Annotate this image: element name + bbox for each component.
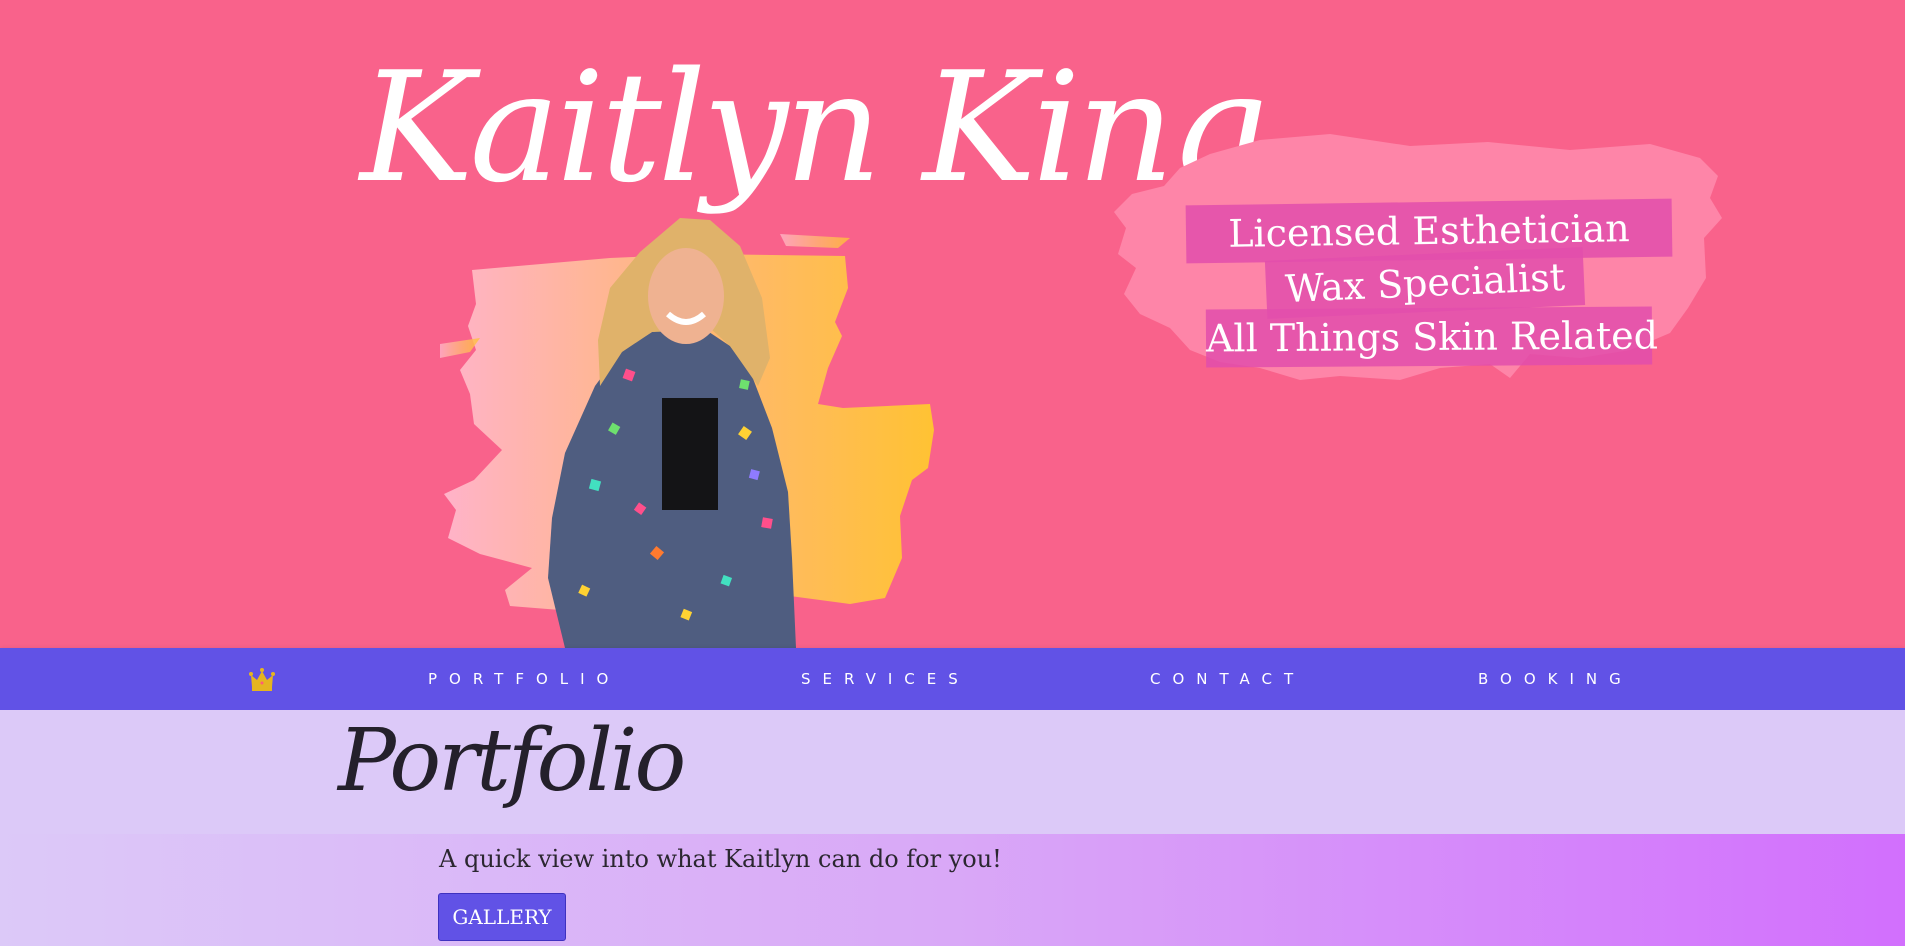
gallery-button[interactable]: GALLERY bbox=[438, 893, 566, 941]
nav-portfolio[interactable]: PORTFOLIO bbox=[428, 648, 620, 710]
tagline-all-things-skin: All Things Skin Related bbox=[1205, 306, 1658, 368]
nav-booking[interactable]: BOOKING bbox=[1478, 648, 1633, 710]
portfolio-subtitle: A quick view into what Kaitlyn can do fo… bbox=[439, 845, 1002, 873]
profile-photo bbox=[440, 218, 934, 648]
main-navigation: PORTFOLIO SERVICES CONTACT BOOKING bbox=[0, 648, 1905, 710]
nav-services[interactable]: SERVICES bbox=[801, 648, 970, 710]
portfolio-section-header bbox=[0, 710, 1905, 834]
hero-section: Kaitlyn King Licensed Esthetician Wax Sp… bbox=[0, 0, 1905, 648]
crown-icon[interactable] bbox=[249, 665, 275, 693]
portfolio-title: Portfolio bbox=[338, 711, 686, 811]
tagline-panel: Licensed Esthetician Wax Specialist All … bbox=[1110, 128, 1730, 448]
nav-contact[interactable]: CONTACT bbox=[1150, 648, 1305, 710]
